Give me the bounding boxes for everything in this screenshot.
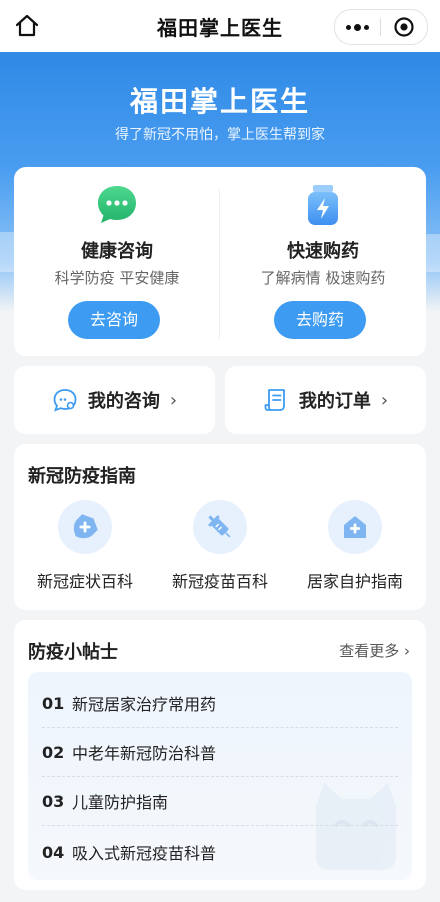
go-buy-medicine-button[interactable]: 去购药 [274, 301, 366, 339]
guide-item-label: 居家自护指南 [306, 572, 403, 591]
guide-item-home-care[interactable]: 居家自护指南 [290, 500, 420, 592]
service-card: 健康咨询 科学防疫 平安健康 去咨询 快速购药 了解病情 极速购药 去购药 [14, 167, 426, 356]
medical-shield-icon [73, 514, 98, 539]
home-icon[interactable] [14, 13, 40, 39]
guide-item-label: 新冠症状百科 [36, 572, 133, 591]
tip-number: 04 [42, 842, 65, 862]
more-options-icon[interactable] [335, 23, 380, 31]
section-title: 防疫小帖士 [28, 642, 118, 663]
syringe-icon [208, 515, 231, 538]
chevron-right-icon: › [380, 389, 389, 411]
tip-item[interactable]: 04 吸入式新冠疫苗科普 [28, 827, 412, 877]
nav-title: 福田掌上医生 [157, 15, 283, 40]
service-subtitle: 科学防疫 平安健康 [54, 269, 180, 287]
tip-number: 01 [42, 693, 65, 713]
tip-item[interactable]: 03 儿童防护指南 [28, 776, 412, 826]
chevron-right-icon: › [169, 389, 178, 411]
hero-title: 福田掌上医生 [129, 85, 310, 118]
tip-divider [42, 825, 398, 826]
view-more-link[interactable]: 查看更多 › [339, 640, 410, 661]
my-orders-button[interactable]: 我的订单 › [225, 366, 426, 434]
hero-subtitle: 得了新冠不用怕，掌上医生帮到家 [115, 127, 325, 143]
tip-text: 吸入式新冠疫苗科普 [72, 844, 217, 863]
tip-number: 02 [42, 742, 65, 762]
tip-number: 03 [42, 791, 65, 811]
close-target-icon[interactable] [381, 16, 426, 38]
guide-item-symptoms[interactable]: 新冠症状百科 [20, 500, 150, 592]
tip-text: 中老年新冠防治科普 [72, 744, 217, 763]
order-list-icon [264, 389, 285, 411]
section-title: 新冠防疫指南 [28, 466, 136, 487]
service-title: 快速购药 [287, 241, 359, 262]
prevention-tips-card: 防疫小帖士 查看更多 › 01 新冠居家治疗常用药 02 中老年新冠防治科普 0… [14, 620, 426, 890]
my-consult-button[interactable]: 我的咨询 › [14, 366, 215, 434]
consult-bubble-icon [53, 389, 77, 412]
guide-item-vaccine[interactable]: 新冠疫苗百科 [155, 500, 285, 592]
guide-item-label: 新冠疫苗百科 [171, 572, 268, 591]
tip-text: 新冠居家治疗常用药 [72, 695, 217, 714]
medicine-bottle-icon [308, 185, 338, 225]
my-consult-label: 我的咨询 [87, 391, 160, 412]
health-consult-section[interactable]: 健康咨询 科学防疫 平安健康 去咨询 [14, 167, 220, 356]
service-subtitle: 了解病情 极速购药 [260, 269, 386, 287]
tips-list: 01 新冠居家治疗常用药 02 中老年新冠防治科普 03 儿童防护指南 04 吸… [28, 672, 412, 880]
view-more-label: 查看更多 [339, 642, 400, 660]
tip-text: 儿童防护指南 [72, 793, 169, 812]
chevron-right-icon: › [404, 642, 410, 660]
chat-bubble-icon [98, 186, 136, 223]
service-title: 健康咨询 [81, 241, 153, 262]
go-consult-button[interactable]: 去咨询 [68, 301, 160, 339]
tip-item[interactable]: 01 新冠居家治疗常用药 [28, 678, 412, 728]
covid-guide-card: 新冠防疫指南 新冠症状百科 新冠疫苗百科 居家自护指南 [14, 444, 426, 610]
tip-item[interactable]: 02 中老年新冠防治科普 [28, 727, 412, 777]
mini-program-capsule [334, 9, 428, 45]
quick-medicine-section[interactable]: 快速购药 了解病情 极速购药 去购药 [220, 167, 426, 356]
top-nav-bar: 福田掌上医生 [0, 0, 440, 52]
my-orders-label: 我的订单 [298, 391, 371, 412]
home-care-icon [344, 516, 366, 538]
